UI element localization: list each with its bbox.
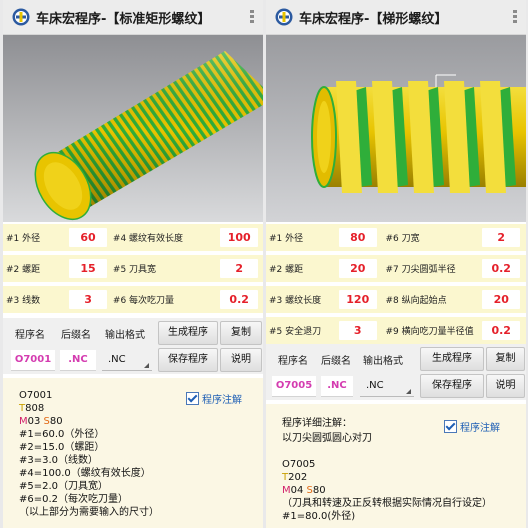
param-thread-length-value[interactable]: 100: [215, 224, 263, 255]
right-app-screen: 车床宏程序-【梯形螺纹】 #1 外径 80 #6 刀宽 2 #2 螺距 20 #…: [266, 0, 526, 528]
program-name-header: 程序名: [15, 330, 45, 341]
param-tool-width-value[interactable]: 2: [476, 224, 526, 255]
program-line: #1=60.0（外径）: [19, 429, 105, 440]
generate-program-button[interactable]: 生成程序: [420, 347, 484, 371]
param-nose-radius-value[interactable]: 0.2: [476, 253, 526, 286]
suffix-input[interactable]: .NC: [60, 350, 96, 371]
right-param-row: #1 外径 80 #6 刀宽 2: [266, 224, 526, 255]
left-parameter-table: #1 外径 60 #4 螺纹有效长度 100 #2 螺距 15 #5 刀具宽 2…: [3, 224, 263, 317]
dropdown-triangle-icon: [144, 363, 149, 368]
left-param-row: #2 螺距 15 #5 刀具宽 2: [3, 253, 263, 286]
program-line: #5=2.0（刀具宽）: [19, 481, 109, 492]
program-description-text: 以刀尖圆弧圆心对刀: [282, 433, 372, 444]
param-safe-retract-label: #5 安全退刀: [266, 315, 333, 348]
program-comment-checkbox-label: 程序注解: [460, 423, 500, 434]
output-format-value: .NC: [108, 354, 126, 365]
program-comment-checkbox-label: 程序注解: [202, 395, 242, 406]
right-param-row: #3 螺纹长度 120 #8 纵向起始点 20: [266, 284, 526, 317]
copy-button[interactable]: 复制: [486, 347, 525, 371]
save-program-button[interactable]: 保存程序: [420, 374, 484, 398]
suffix-header: 后缀名: [61, 330, 91, 341]
left-program-controls: 程序名 后缀名 输出格式 生成程序 复制 O7001 .NC .NC 保存程序 …: [3, 318, 263, 374]
program-description-title: 程序详细注解：: [282, 418, 352, 429]
program-line: M04 S80: [282, 485, 326, 496]
program-line: T202: [282, 472, 308, 483]
param-starts-value[interactable]: 3: [66, 284, 110, 317]
generate-program-button[interactable]: 生成程序: [158, 321, 218, 345]
program-line: T808: [19, 403, 45, 414]
param-start-point-value[interactable]: 20: [476, 284, 526, 317]
lathe-app-icon: [275, 8, 293, 26]
param-outer-diameter-label: #1 外径: [266, 224, 333, 255]
param-pitch-value[interactable]: 20: [332, 253, 383, 286]
param-starts-label: #3 线数: [3, 284, 67, 317]
help-button[interactable]: 说明: [486, 374, 525, 398]
rectangular-thread-3d-view[interactable]: [3, 35, 263, 222]
left-program-output: 程序注解 O7001 T808 M03 S80 #1=60.0（外径） #2=1…: [3, 378, 263, 528]
program-line: O7005: [282, 459, 316, 470]
right-parameter-table: #1 外径 80 #6 刀宽 2 #2 螺距 20 #7 刀尖圆弧半径 0.2 …: [266, 224, 526, 348]
param-thread-length-label: #4 螺纹有效长度: [109, 224, 216, 255]
program-name-header: 程序名: [278, 356, 308, 367]
program-line: #4=100.0（螺纹有效长度）: [19, 468, 151, 479]
output-format-header: 输出格式: [105, 330, 145, 341]
dropdown-triangle-icon: [406, 389, 411, 394]
program-line: #1=80.0(外径): [282, 511, 356, 522]
program-line: （刀具和转速及正反转根据实际情况自行设定）: [282, 498, 492, 509]
program-line: #2=15.0（螺距）: [19, 442, 105, 453]
trapezoidal-thread-3d-view[interactable]: [266, 35, 526, 222]
suffix-input[interactable]: .NC: [321, 376, 353, 397]
checkbox-checked-icon[interactable]: [444, 420, 457, 433]
param-nose-radius-label: #7 刀尖圆弧半径: [382, 253, 477, 286]
help-button[interactable]: 说明: [220, 348, 262, 372]
right-program-controls: 程序名 后缀名 输出格式 生成程序 复制 O7005 .NC .NC 保存程序 …: [266, 344, 526, 400]
left-param-row: #3 线数 3 #6 每次吃刀量 0.2: [3, 284, 263, 317]
param-outer-diameter-value[interactable]: 60: [66, 224, 110, 255]
program-name-input[interactable]: O7001: [11, 350, 55, 371]
param-cut-depth-value[interactable]: 0.2: [215, 284, 263, 317]
overflow-menu-icon[interactable]: [510, 9, 520, 25]
param-thread-length-value[interactable]: 120: [332, 284, 383, 317]
param-pitch-label: #2 螺距: [266, 253, 333, 286]
param-safe-retract-value[interactable]: 3: [332, 315, 383, 348]
save-program-button[interactable]: 保存程序: [158, 348, 218, 372]
output-format-value: .NC: [366, 380, 384, 391]
output-format-select[interactable]: .NC: [360, 376, 414, 397]
param-outer-diameter-value[interactable]: 80: [332, 224, 383, 255]
left-title-bar: 车床宏程序-【标准矩形螺纹】: [3, 0, 263, 35]
param-radial-feed-label: #9 横向吃刀量半径值: [382, 315, 477, 348]
program-line: #3=3.0（线数）: [19, 455, 99, 466]
param-thread-length-label: #3 螺纹长度: [266, 284, 333, 317]
program-line: （以上部分为需要输入的尺寸）: [19, 507, 159, 518]
param-pitch-label: #2 螺距: [3, 253, 67, 286]
program-line: M03 S80: [19, 416, 63, 427]
lathe-app-icon: [12, 8, 30, 26]
param-start-point-label: #8 纵向起始点: [382, 284, 477, 317]
copy-button[interactable]: 复制: [220, 321, 262, 345]
right-param-row: #5 安全退刀 3 #9 横向吃刀量半径值 0.2: [266, 315, 526, 348]
output-format-header: 输出格式: [363, 356, 403, 367]
program-line: #6=0.2（每次吃刀量）: [19, 494, 129, 505]
param-tool-width-label: #6 刀宽: [382, 224, 477, 255]
param-radial-feed-value[interactable]: 0.2: [476, 315, 526, 348]
left-page-title: 车床宏程序-【标准矩形螺纹】: [36, 12, 211, 27]
program-line: O7001: [19, 390, 53, 401]
suffix-header: 后缀名: [321, 356, 351, 367]
right-program-output: 程序注解 程序详细注解： 以刀尖圆弧圆心对刀 O7005 T202 M04 S8…: [266, 404, 526, 528]
param-outer-diameter-label: #1 外径: [3, 224, 67, 255]
param-pitch-value[interactable]: 15: [66, 253, 110, 286]
overflow-menu-icon[interactable]: [247, 9, 257, 25]
param-tool-width-value[interactable]: 2: [215, 253, 263, 286]
right-title-bar: 车床宏程序-【梯形螺纹】: [266, 0, 526, 35]
checkbox-checked-icon[interactable]: [186, 392, 199, 405]
param-tool-width-label: #5 刀具宽: [109, 253, 216, 286]
left-app-screen: 车床宏程序-【标准矩形螺纹】 #1 外径 60 #4 螺纹有效长度 100 #2…: [3, 0, 263, 528]
param-cut-depth-label: #6 每次吃刀量: [109, 284, 216, 317]
right-param-row: #2 螺距 20 #7 刀尖圆弧半径 0.2: [266, 253, 526, 286]
right-page-title: 车床宏程序-【梯形螺纹】: [299, 12, 448, 27]
output-format-select[interactable]: .NC: [102, 350, 152, 371]
left-param-row: #1 外径 60 #4 螺纹有效长度 100: [3, 224, 263, 255]
program-name-input[interactable]: O7005: [272, 376, 316, 397]
